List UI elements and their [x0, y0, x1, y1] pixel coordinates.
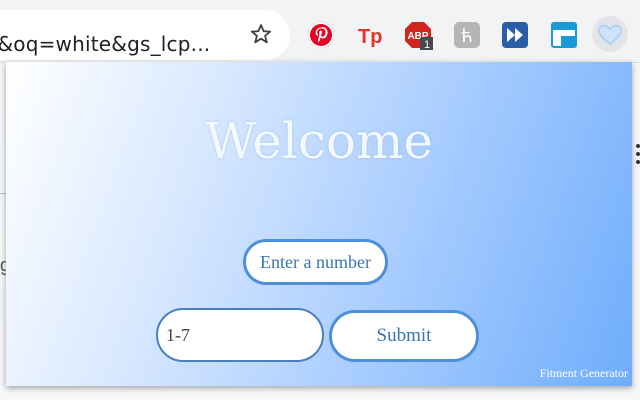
pinterest-icon[interactable] — [306, 20, 336, 50]
fast-forward-icon[interactable] — [500, 20, 530, 50]
browser-toolbar: M&oq=white&gs_lcp... Tp ABP 1 ћ — [0, 0, 640, 63]
number-input[interactable] — [156, 308, 324, 362]
enter-number-label: Enter a number — [243, 239, 388, 285]
svg-text:ћ: ћ — [461, 26, 473, 47]
svg-text:Tp: Tp — [358, 26, 382, 48]
heart-extension-button[interactable] — [592, 16, 628, 52]
adblock-icon[interactable]: ABP 1 — [403, 20, 433, 50]
screen: M&oq=white&gs_lcp... Tp ABP 1 ћ g Welcom… — [0, 0, 640, 400]
more-options-icon[interactable] — [632, 140, 640, 170]
svg-text:1: 1 — [424, 39, 430, 50]
address-bar-text: M&oq=white&gs_lcp... — [0, 32, 211, 56]
tp-icon[interactable]: Tp — [356, 20, 386, 50]
popup-title: Welcome — [204, 112, 433, 170]
submit-button[interactable]: Submit — [329, 310, 479, 362]
address-bar[interactable]: M&oq=white&gs_lcp... — [0, 10, 290, 60]
window-icon[interactable] — [549, 20, 579, 50]
heart-icon — [598, 24, 622, 45]
extension-popup: Welcome Enter a number Submit Fitment Ge… — [6, 62, 632, 386]
bookmark-star-icon[interactable] — [249, 22, 273, 46]
credit-text: Fitment Generator — [539, 366, 628, 380]
h-icon[interactable]: ћ — [452, 20, 482, 50]
